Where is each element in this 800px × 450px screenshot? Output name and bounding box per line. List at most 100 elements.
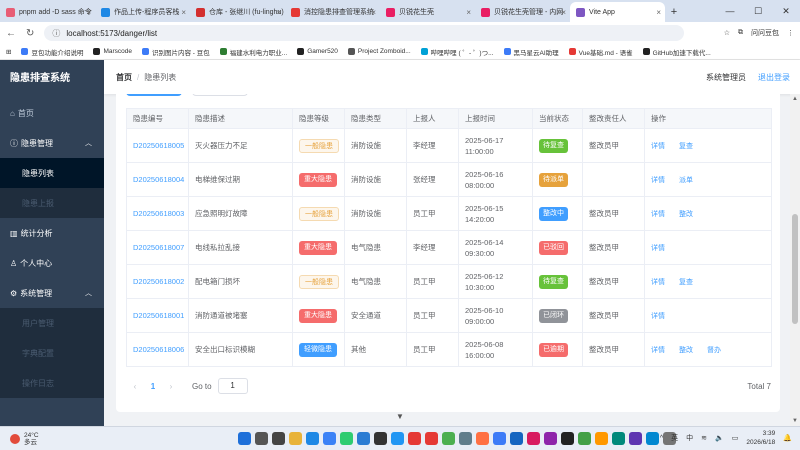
table-row[interactable]: D20250618006 安全出口标识模糊 轻微隐患 其他 员工甲 2025-06-08 1… bbox=[126, 332, 772, 367]
table-row[interactable]: D20250618002 配电箱门损坏 一般隐患 电气隐患 员工甲 2025-06-12 1… bbox=[126, 264, 772, 299]
taskbar-app-k-icon[interactable] bbox=[595, 432, 608, 445]
tab-close-icon[interactable]: × bbox=[561, 8, 566, 17]
taskbar-app-c-icon[interactable] bbox=[459, 432, 472, 445]
cell-code[interactable]: D20250618002 bbox=[126, 264, 189, 299]
star-icon[interactable]: ☆ bbox=[724, 29, 730, 37]
taskbar-app-l-icon[interactable] bbox=[612, 432, 625, 445]
bookmark-item[interactable]: 哔哩哔哩 ( ゜- ゜)つ... bbox=[420, 47, 494, 57]
scroll-down-icon[interactable]: ▼ bbox=[790, 418, 800, 424]
table-row[interactable]: D20250618005 灭火器压力不足 一般隐患 消防设施 李经理 2025-06-17… bbox=[126, 128, 772, 163]
extensions-icon[interactable]: ⧉ bbox=[738, 29, 743, 37]
row-action-0[interactable]: 详情 bbox=[651, 345, 665, 356]
sidebar-item-danger-mgmt[interactable]: ⓘ 隐患管理 ︿ bbox=[0, 128, 104, 158]
taskbar-app-d-icon[interactable] bbox=[476, 432, 489, 445]
cell-code[interactable]: D20250618005 bbox=[126, 128, 189, 163]
prev-page-icon[interactable]: ‹ bbox=[126, 382, 144, 391]
scroll-up-icon[interactable]: ▲ bbox=[790, 96, 800, 102]
row-action-0[interactable]: 详情 bbox=[651, 311, 665, 322]
sidebar-item-danger-list[interactable]: 隐患列表 bbox=[0, 158, 104, 188]
row-action-0[interactable]: 详情 bbox=[651, 209, 665, 220]
taskbar-terminal-icon[interactable] bbox=[374, 432, 387, 445]
tab-close-icon[interactable]: × bbox=[276, 8, 281, 17]
taskbar-app-f-icon[interactable] bbox=[510, 432, 523, 445]
breadcrumb-home[interactable]: 首页 bbox=[116, 73, 132, 82]
row-action-2[interactable]: 督办 bbox=[707, 345, 721, 356]
back-icon[interactable]: ← bbox=[6, 28, 16, 39]
taskbar-wechat-icon[interactable] bbox=[340, 432, 353, 445]
tab-close-icon[interactable]: × bbox=[466, 8, 471, 17]
next-page-icon[interactable]: › bbox=[162, 382, 180, 391]
cell-code[interactable]: D20250618001 bbox=[126, 298, 189, 333]
tab-close-icon[interactable]: × bbox=[86, 8, 91, 17]
taskbar-store-icon[interactable] bbox=[323, 432, 336, 445]
taskbar-app-e-icon[interactable] bbox=[493, 432, 506, 445]
bookmark-item[interactable]: Marscode bbox=[93, 48, 132, 55]
tab-close-icon[interactable]: × bbox=[656, 8, 661, 17]
weather-widget[interactable]: 24°C 多云 bbox=[0, 432, 39, 446]
row-action-0[interactable]: 详情 bbox=[651, 243, 665, 254]
maximize-icon[interactable]: ☐ bbox=[744, 0, 772, 22]
sidebar-item-dict-config[interactable]: 字典配置 bbox=[0, 338, 104, 368]
sidebar-item-op-log[interactable]: 操作日志 bbox=[0, 368, 104, 398]
page-scrollbar[interactable]: ▲ ▼ bbox=[790, 94, 800, 426]
row-action-0[interactable]: 详情 bbox=[651, 175, 665, 186]
cell-code[interactable]: D20250618003 bbox=[126, 196, 189, 231]
cell-code[interactable]: D20250618006 bbox=[126, 332, 189, 367]
taskbar-app-j-icon[interactable] bbox=[578, 432, 591, 445]
row-action-0[interactable]: 详情 bbox=[651, 141, 665, 152]
tray-chevron-icon[interactable]: ^ bbox=[660, 435, 663, 442]
clock[interactable]: 3:39 2026/6/18 bbox=[746, 429, 775, 447]
apps-icon[interactable]: ⊞ bbox=[6, 48, 11, 56]
taskbar-start-icon[interactable] bbox=[238, 432, 251, 445]
taskbar-app-m-icon[interactable] bbox=[629, 432, 642, 445]
browser-tab[interactable]: 消控隐患排查管理系统 × bbox=[285, 2, 380, 22]
search-button[interactable] bbox=[126, 94, 182, 96]
taskbar-taskview-icon[interactable] bbox=[272, 432, 285, 445]
row-action-1[interactable]: 整改 bbox=[679, 345, 693, 356]
browser-tab[interactable]: 仓库 - 张继川 (fu-linghu) × bbox=[190, 2, 285, 22]
sidebar-item-home[interactable]: ⌂ 首页 bbox=[0, 98, 104, 128]
row-action-1[interactable]: 复查 bbox=[679, 277, 693, 288]
close-icon[interactable]: ✕ bbox=[772, 0, 800, 22]
taskbar-app-b-icon[interactable] bbox=[442, 432, 455, 445]
taskbar-app-n-icon[interactable] bbox=[646, 432, 659, 445]
row-action-1[interactable]: 派单 bbox=[679, 175, 693, 186]
ime-chinese[interactable]: 中 bbox=[686, 433, 693, 443]
taskbar-search-icon[interactable] bbox=[255, 432, 268, 445]
browser-tab[interactable]: 贝锐花生壳 × bbox=[380, 2, 475, 22]
bookmark-item[interactable]: 豆包功能介绍说明 bbox=[21, 47, 83, 57]
browser-tab[interactable]: 作品上传-程序员客栈 × bbox=[95, 2, 190, 22]
bookmark-item[interactable]: 识别图片内容 - 豆包 bbox=[142, 47, 210, 57]
refresh-icon[interactable]: ↻ bbox=[26, 28, 34, 39]
taskbar-app-a-icon[interactable] bbox=[425, 432, 438, 445]
cell-code[interactable]: D20250618007 bbox=[126, 230, 189, 265]
notification-icon[interactable]: 🔔 bbox=[783, 434, 792, 442]
tab-close-icon[interactable]: × bbox=[371, 8, 376, 17]
table-row[interactable]: D20250618003 应急照明灯故障 一般隐患 消防设施 员工甲 2025-06-15… bbox=[126, 196, 772, 231]
browser-tab[interactable]: pnpm add -D sass 命令 × bbox=[0, 2, 95, 22]
taskbar-explorer-icon[interactable] bbox=[289, 432, 302, 445]
page-number[interactable]: 1 bbox=[144, 382, 162, 391]
sidebar-item-system[interactable]: ⚙ 系统管理 ︿ bbox=[0, 278, 104, 308]
site-info-icon[interactable]: ⓘ bbox=[52, 28, 60, 39]
scroll-thumb[interactable] bbox=[792, 214, 798, 324]
table-row[interactable]: D20250618001 消防通道被堵塞 重大隐患 安全通道 员工甲 2025-06-10… bbox=[126, 298, 772, 333]
table-row[interactable]: D20250618004 电梯维保过期 重大隐患 消防设施 张经理 2025-06-16 0… bbox=[126, 162, 772, 197]
bookmark-item[interactable]: 福建水利电力职业... bbox=[219, 47, 287, 57]
taskbar-browser-icon[interactable] bbox=[391, 432, 404, 445]
tab-close-icon[interactable]: × bbox=[181, 8, 186, 17]
new-tab-icon[interactable]: + bbox=[665, 2, 683, 22]
taskbar-app-g-icon[interactable] bbox=[527, 432, 540, 445]
sidebar-item-personal[interactable]: ♙ 个人中心 bbox=[0, 248, 104, 278]
ime-english[interactable]: 英 bbox=[671, 433, 678, 443]
logout-link[interactable]: 退出登录 bbox=[758, 72, 790, 83]
browser-tab[interactable]: Vite App × bbox=[570, 2, 665, 22]
ask-doubao-button[interactable]: 问问豆包 bbox=[751, 28, 779, 38]
bookmark-item[interactable]: 黑马星云AI助理 bbox=[503, 47, 559, 57]
reset-button[interactable] bbox=[192, 94, 248, 96]
row-action-0[interactable]: 详情 bbox=[651, 277, 665, 288]
sidebar-item-danger-report[interactable]: 隐患上报 bbox=[0, 188, 104, 218]
bookmark-item[interactable]: GitHub加速下载代... bbox=[642, 47, 711, 57]
table-row[interactable]: D20250618007 电线私拉乱接 重大隐患 电气隐患 李经理 2025-06-14 0… bbox=[126, 230, 772, 265]
minimize-icon[interactable]: — bbox=[716, 0, 744, 22]
